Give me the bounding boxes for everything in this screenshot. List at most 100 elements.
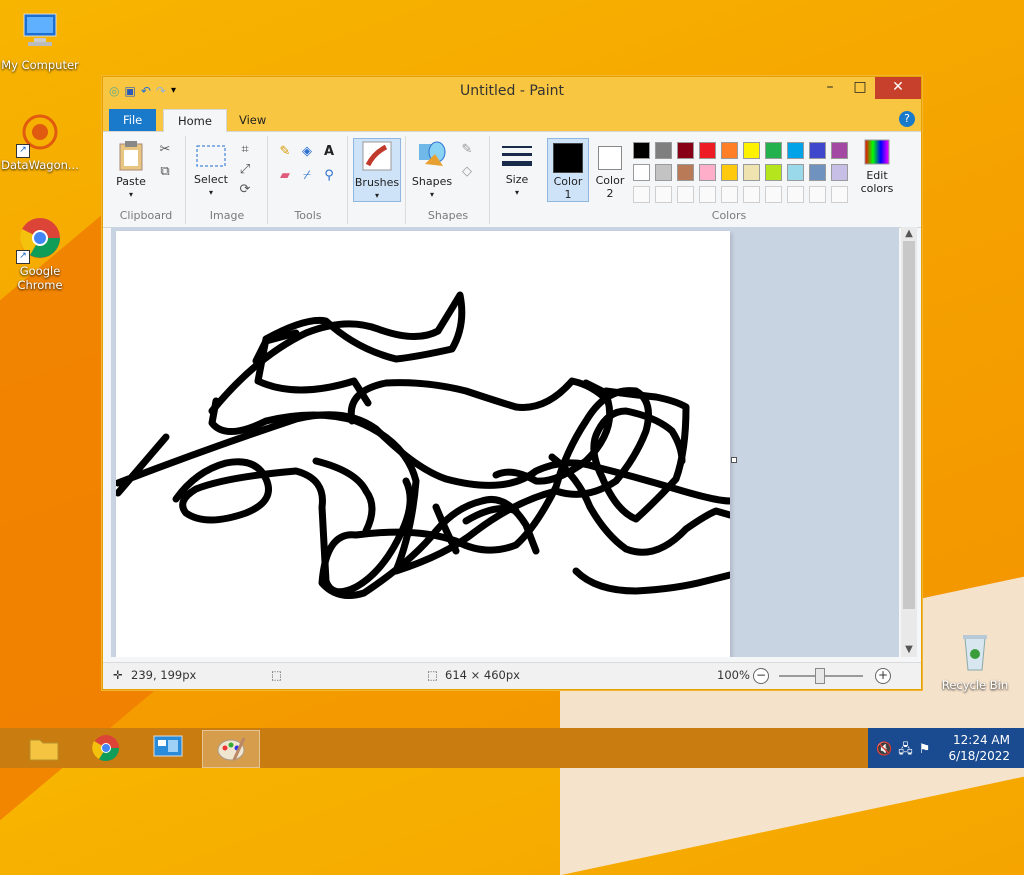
shapes-label: Shapes <box>411 175 453 188</box>
custom-color-slot[interactable] <box>721 186 738 203</box>
zoom-level: 100% <box>717 668 750 682</box>
paste-button[interactable]: Paste ▾ <box>113 140 149 201</box>
drawing-canvas[interactable] <box>116 231 730 657</box>
palette-swatch[interactable] <box>831 142 848 159</box>
taskbar-remote-desktop[interactable] <box>140 730 196 766</box>
size-button[interactable]: Size ▾ <box>497 144 537 199</box>
copy-icon[interactable]: ⧉ <box>157 164 173 180</box>
canvas-size: 614 × 460px <box>445 668 520 682</box>
tab-home[interactable]: Home <box>163 109 227 132</box>
canvas-size-icon: ⬚ <box>427 668 438 682</box>
palette-swatch[interactable] <box>633 142 650 159</box>
palette-swatch[interactable] <box>633 164 650 181</box>
desktop-icon-label: Google Chrome <box>17 264 63 292</box>
line-size-icon <box>502 146 532 166</box>
custom-color-slot[interactable] <box>655 186 672 203</box>
datawagon-icon: ↗ <box>16 110 62 158</box>
desktop-icon-recycle-bin[interactable]: Recycle Bin <box>935 630 1015 692</box>
group-size: Size ▾ <box>491 136 543 224</box>
zoom-slider-thumb[interactable] <box>815 668 825 684</box>
edit-colors-label: Edit colors <box>860 169 894 195</box>
paste-label: Paste <box>116 175 146 188</box>
text-icon[interactable]: A <box>321 144 337 160</box>
tab-file[interactable]: File <box>109 109 157 131</box>
group-label-image: Image <box>209 209 245 222</box>
minimize-button[interactable]: – <box>815 77 845 99</box>
palette-swatch[interactable] <box>721 164 738 181</box>
network-icon[interactable]: 🖧 <box>898 742 919 757</box>
maximize-button[interactable]: □ <box>845 77 875 99</box>
custom-color-slot[interactable] <box>765 186 782 203</box>
palette-swatch[interactable] <box>655 142 672 159</box>
color-picker-icon[interactable]: ⌿ <box>299 168 315 184</box>
recycle-bin-icon <box>953 630 997 674</box>
color1-swatch <box>553 143 583 173</box>
color1-button[interactable]: Color 1 <box>547 138 589 202</box>
palette-swatch[interactable] <box>787 142 804 159</box>
shortcut-arrow-icon: ↗ <box>16 144 30 158</box>
palette-swatch[interactable] <box>677 164 694 181</box>
eraser-icon[interactable]: ▰ <box>277 168 293 184</box>
custom-color-slot[interactable] <box>809 186 826 203</box>
taskbar-file-explorer[interactable] <box>16 730 72 766</box>
folder-icon <box>29 739 59 761</box>
shapes-button[interactable]: Shapes ▾ <box>411 138 453 201</box>
action-center-icon[interactable]: ⚑ <box>919 742 937 757</box>
canvas-resize-handle[interactable] <box>731 457 737 463</box>
palette-swatch[interactable] <box>699 164 716 181</box>
desktop-icon-google-chrome[interactable]: ↗ Google Chrome <box>0 216 80 292</box>
resize-icon[interactable]: ⤢ <box>237 162 253 178</box>
canvas-workarea <box>111 227 899 657</box>
palette-swatch[interactable] <box>765 142 782 159</box>
desktop-icon-datawagon[interactable]: ↗ DataWagon... <box>0 110 80 172</box>
custom-color-slot[interactable] <box>787 186 804 203</box>
custom-color-slot[interactable] <box>677 186 694 203</box>
scroll-thumb[interactable] <box>903 241 915 609</box>
crop-icon[interactable]: ⌗ <box>237 142 253 158</box>
palette-swatch[interactable] <box>809 164 826 181</box>
pencil-icon[interactable]: ✎ <box>277 144 293 160</box>
rotate-icon[interactable]: ⟳ <box>237 182 253 198</box>
shape-fill-icon[interactable]: ◇ <box>459 164 475 180</box>
outline-icon[interactable]: ✎ <box>459 142 475 158</box>
color-palette <box>633 142 855 206</box>
help-icon[interactable]: ? <box>899 111 915 127</box>
palette-swatch[interactable] <box>655 164 672 181</box>
scroll-down-icon[interactable]: ▼ <box>901 643 917 657</box>
palette-swatch[interactable] <box>743 164 760 181</box>
palette-swatch[interactable] <box>831 164 848 181</box>
palette-swatch[interactable] <box>787 164 804 181</box>
ribbon: Paste ▾ ✂ ⧉ Clipboard Select ▾ ⌗ ⤢ ⟳ Ima… <box>103 132 921 228</box>
taskbar-chrome[interactable] <box>78 730 134 766</box>
palette-swatch[interactable] <box>743 142 760 159</box>
palette-swatch[interactable] <box>809 142 826 159</box>
custom-color-slot[interactable] <box>633 186 650 203</box>
brushes-button[interactable]: Brushes ▾ <box>353 138 401 202</box>
fill-icon[interactable]: ◈ <box>299 144 315 160</box>
palette-swatch[interactable] <box>721 142 738 159</box>
scroll-up-icon[interactable]: ▲ <box>901 227 917 241</box>
select-button[interactable]: Select ▾ <box>191 144 231 199</box>
color2-button[interactable]: Color 2 <box>591 138 629 200</box>
palette-swatch[interactable] <box>699 142 716 159</box>
volume-muted-icon[interactable]: 🔇 <box>876 742 898 757</box>
custom-color-slot[interactable] <box>743 186 760 203</box>
edit-colors-button[interactable]: Edit colors <box>855 138 899 195</box>
close-button[interactable]: ✕ <box>875 77 921 99</box>
cut-icon[interactable]: ✂ <box>157 142 173 158</box>
custom-color-slot[interactable] <box>831 186 848 203</box>
palette-swatch[interactable] <box>765 164 782 181</box>
zoom-out-button[interactable]: − <box>753 668 769 684</box>
palette-swatch[interactable] <box>677 142 694 159</box>
vertical-scrollbar[interactable]: ▲ ▼ <box>901 227 917 657</box>
tab-view[interactable]: View <box>225 109 280 131</box>
desktop-icon-my-computer[interactable]: My Computer <box>0 10 80 72</box>
color1-label: Color 1 <box>553 175 583 201</box>
color2-swatch <box>598 146 622 170</box>
color2-label: Color 2 <box>595 174 625 200</box>
magnifier-icon[interactable]: ⚲ <box>321 168 337 184</box>
taskbar-paint[interactable] <box>202 730 260 768</box>
clock[interactable]: 12:24 AM 6/18/2022 <box>948 732 1010 764</box>
custom-color-slot[interactable] <box>699 186 716 203</box>
zoom-in-button[interactable]: + <box>875 668 891 684</box>
